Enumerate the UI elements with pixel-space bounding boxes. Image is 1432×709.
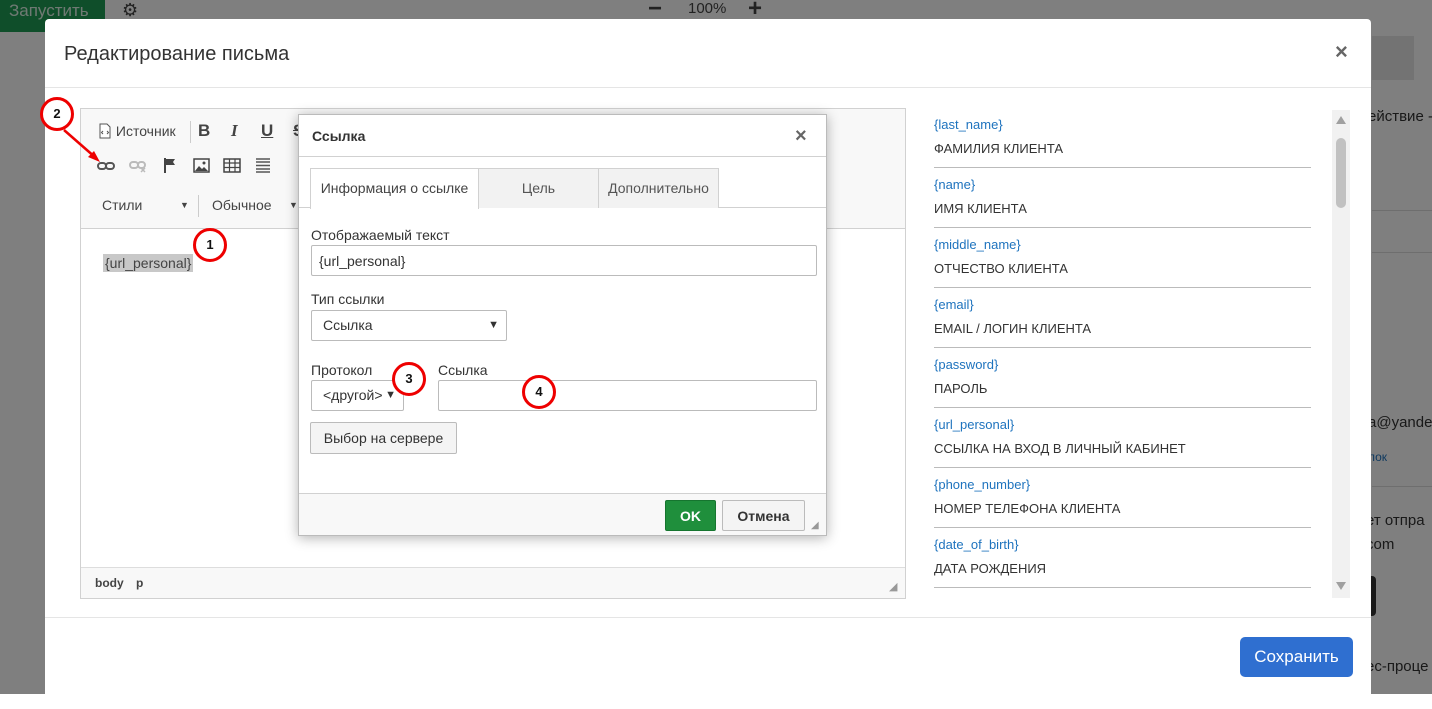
- annotation-arrow: [63, 129, 100, 162]
- annotation-marker-3: 3: [392, 362, 426, 396]
- annotation-marker-4: 4: [522, 375, 556, 409]
- annotation-marker-2: 2: [40, 97, 74, 131]
- annotation-marker-1: 1: [193, 228, 227, 262]
